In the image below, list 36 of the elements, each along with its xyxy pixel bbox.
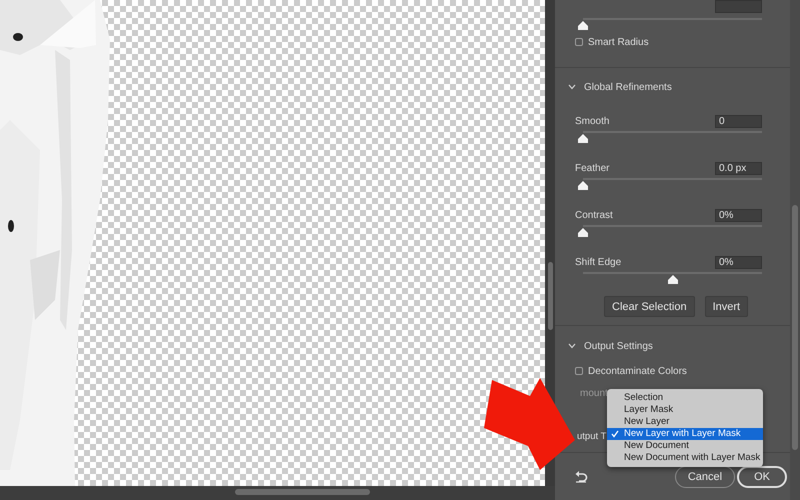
value-field[interactable]: 0 — [715, 114, 762, 128]
action-button[interactable]: Invert — [704, 296, 748, 317]
section-title: Output Settings — [584, 340, 653, 352]
value-field[interactable]: 0.0 px — [715, 162, 762, 174]
check-icon — [611, 430, 619, 438]
chevron-icon[interactable] — [568, 343, 576, 349]
reset-icon[interactable] — [575, 470, 588, 482]
slider-label: Shift Edge — [575, 256, 622, 268]
menu-item[interactable]: New Layer with Layer Mask — [607, 428, 763, 440]
slider-thumb[interactable] — [578, 228, 588, 237]
checkbox-label: Smart Radius — [588, 36, 649, 48]
slider-thumb[interactable] — [578, 134, 588, 143]
slider-thumb[interactable] — [578, 181, 588, 190]
chevron-icon[interactable] — [568, 84, 576, 90]
slider-label: Contrast — [575, 210, 613, 220]
slider-label: Smooth — [575, 116, 610, 126]
menu-item[interactable]: New Document — [607, 440, 763, 452]
checkbox[interactable] — [575, 38, 583, 46]
value-field[interactable]: 0% — [715, 208, 762, 222]
menu-item[interactable]: Layer Mask — [607, 404, 763, 416]
checkbox-label: Decontaminate Colors — [588, 366, 687, 376]
slider-thumb[interactable] — [668, 275, 678, 284]
menu-item[interactable]: Selection — [607, 392, 763, 404]
radius-field[interactable] — [715, 0, 762, 13]
scrollbar-thumb[interactable] — [548, 262, 553, 330]
value-field[interactable]: 0% — [715, 256, 762, 268]
scrollbar-thumb[interactable] — [235, 489, 370, 495]
menu-item[interactable]: New Document with Layer Mask — [607, 452, 763, 464]
slider-thumb[interactable] — [578, 21, 588, 30]
output-label: utput T — [577, 430, 606, 442]
slider-label: Feather — [575, 162, 610, 174]
panel-scrollbar[interactable] — [790, 0, 800, 500]
section-title: Global Refinements — [584, 82, 672, 92]
checkbox[interactable] — [575, 367, 583, 375]
action-button[interactable]: Clear Selection — [604, 296, 695, 317]
menu-item[interactable]: New Layer — [607, 416, 763, 428]
